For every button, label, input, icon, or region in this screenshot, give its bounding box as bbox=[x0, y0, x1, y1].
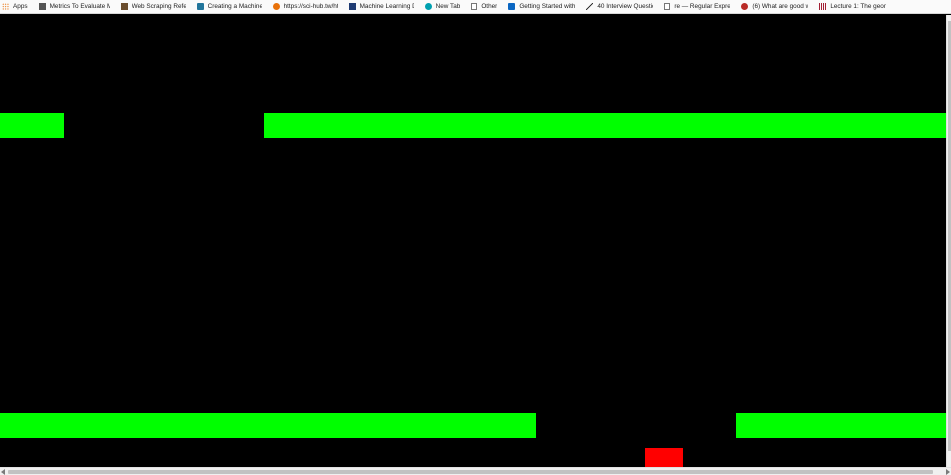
bookmark-label: Creating a Machine L bbox=[207, 3, 262, 10]
bookmark-quora[interactable]: (6) What are good w bbox=[741, 1, 808, 13]
bookmark-label: New Tab bbox=[435, 3, 461, 10]
quora-icon bbox=[741, 3, 749, 10]
bookmark-regex[interactable]: re — Regular Expressi bbox=[664, 1, 730, 13]
player-block bbox=[645, 448, 683, 467]
bookmark-label: (6) What are good w bbox=[752, 3, 809, 10]
bookmark-label: Machine Learning Di bbox=[359, 3, 414, 10]
site-favicon-icon bbox=[38, 3, 46, 10]
globe-icon bbox=[424, 3, 432, 10]
bookmark-label: Web Scraping Refere bbox=[131, 3, 186, 10]
horizontal-scrollbar-thumb[interactable] bbox=[8, 470, 933, 474]
apps-grid-icon bbox=[2, 3, 9, 10]
bookmark-apps[interactable]: Apps bbox=[2, 1, 28, 13]
bookmark-ml-di[interactable]: Machine Learning Di bbox=[348, 1, 414, 13]
platform-top-left bbox=[0, 113, 64, 138]
sci-hub-icon bbox=[272, 3, 280, 10]
horizontal-scrollbar[interactable] bbox=[0, 467, 951, 475]
bookmark-label: 40 Interview Questio bbox=[597, 3, 654, 10]
bookmark-label: Other bbox=[481, 3, 498, 10]
platform-bottom-left bbox=[0, 413, 536, 438]
page-icon bbox=[664, 3, 671, 10]
linkedin-icon bbox=[508, 3, 516, 10]
chart-icon bbox=[586, 3, 594, 10]
bookmarks-bar: Apps Metrics To Evaluate M Web Scraping … bbox=[0, 0, 951, 14]
site-favicon-icon bbox=[348, 3, 356, 10]
bookmark-label: Metrics To Evaluate M bbox=[49, 3, 110, 10]
bookmark-new-tab[interactable]: New Tab bbox=[424, 1, 461, 13]
bookmark-label: re — Regular Expressi bbox=[674, 3, 730, 10]
bookmark-lecture[interactable]: Lecture 1: The geom bbox=[819, 1, 886, 13]
vertical-scrollbar[interactable] bbox=[946, 15, 951, 467]
scroll-left-arrow-icon[interactable] bbox=[1, 469, 5, 475]
platform-top-right bbox=[264, 113, 946, 138]
game-canvas[interactable] bbox=[0, 15, 946, 467]
bookmark-other[interactable]: Other bbox=[471, 1, 497, 13]
platform-bottom-right bbox=[736, 413, 946, 438]
bookmark-getting-started[interactable]: Getting Started with bbox=[508, 1, 575, 13]
bookmark-sci-hub[interactable]: https://sci-hub.tw/ht bbox=[272, 1, 338, 13]
wordpress-icon bbox=[196, 3, 204, 10]
site-favicon-icon bbox=[120, 3, 128, 10]
bookmark-web-scraping[interactable]: Web Scraping Refere bbox=[120, 1, 186, 13]
bookmark-label: Apps bbox=[13, 3, 28, 10]
bookmark-label: https://sci-hub.tw/ht bbox=[283, 3, 338, 10]
bookmark-creating-ml[interactable]: Creating a Machine L bbox=[196, 1, 262, 13]
page-icon bbox=[471, 3, 478, 10]
bookmark-label: Getting Started with bbox=[519, 3, 576, 10]
bookmark-interview-questions[interactable]: 40 Interview Questio bbox=[586, 1, 653, 13]
mit-icon bbox=[819, 3, 827, 10]
bookmark-metrics[interactable]: Metrics To Evaluate M bbox=[38, 1, 110, 13]
bookmark-label: Lecture 1: The geom bbox=[830, 3, 887, 10]
scroll-right-arrow-icon[interactable] bbox=[946, 469, 950, 475]
